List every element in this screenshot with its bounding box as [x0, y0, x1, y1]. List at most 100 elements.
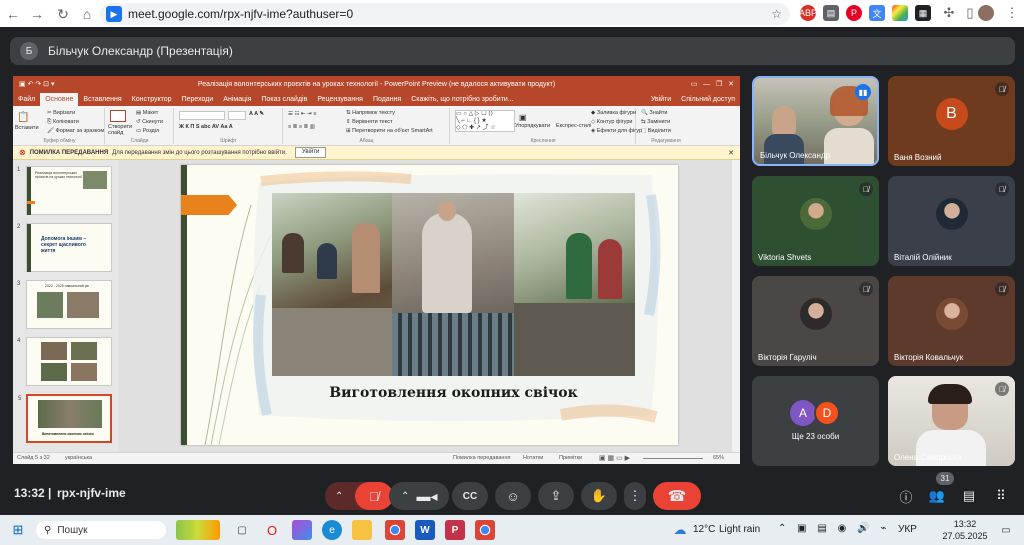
status-notes[interactable]: Нотатки	[523, 455, 543, 461]
arrange-button[interactable]: Упорядкувати	[515, 123, 550, 129]
tabs-icon[interactable]: ▤	[823, 5, 839, 21]
task-view-icon[interactable]: ▢	[232, 520, 252, 540]
powerpoint-icon[interactable]: P	[445, 520, 465, 540]
opera-icon[interactable]: O	[262, 520, 282, 540]
tile-vanya[interactable]: 🎙̸ В Ваня Возний	[888, 76, 1015, 166]
tile-vitaliy[interactable]: 🎙̸ Віталій Олійник	[888, 176, 1015, 266]
present-button[interactable]: ⇪	[538, 482, 574, 510]
layout-button[interactable]: ▤ Макет	[136, 110, 158, 116]
thumb-5-selected[interactable]: 5 Виготовлення окопних свічок	[18, 394, 112, 443]
smartart-button[interactable]: ⊞ Перетворити на об'єкт SmartArt	[346, 128, 433, 134]
zoom-slider[interactable]	[643, 458, 703, 459]
clock-date[interactable]: 27.05.2025	[940, 531, 990, 541]
file-explorer-icon[interactable]	[352, 520, 372, 540]
ppt-tab[interactable]: Показ слайдів	[256, 93, 312, 106]
quick-styles-button[interactable]: Експрес-стилі	[556, 123, 591, 129]
notifications-icon[interactable]: ▭	[996, 520, 1016, 540]
pinterest-icon[interactable]: P	[846, 5, 862, 21]
camera-button[interactable]: ▬◂	[416, 486, 437, 506]
font-grow-icons[interactable]: A A ✎	[249, 111, 264, 117]
end-call-button[interactable]: ☎	[653, 482, 701, 510]
sidebar-icon[interactable]: ▯	[962, 5, 978, 21]
ppt-share[interactable]: Спільний доступ	[676, 93, 740, 106]
find-button[interactable]: 🔍 Знайти	[641, 110, 667, 116]
reactions-button[interactable]: ☺	[495, 482, 531, 510]
align-buttons[interactable]: ≡ ≣ ≡ ≣ ▥	[288, 124, 315, 130]
tile-presenter[interactable]: ▮▮ Більчук Олександр	[752, 76, 879, 166]
shapes-gallery[interactable]: ▭ ○ △ ▷ ☐ ⟨⟩ ╲ ⌐ ∟ { } ★ ◇ ⬠ ✚ ↗ ⤴ ☆	[455, 110, 515, 132]
select-button[interactable]: ⬚ Виділити	[641, 128, 671, 134]
chrome-icon[interactable]	[385, 520, 405, 540]
reset-button[interactable]: ↺ Скинути	[136, 119, 163, 125]
address-bar[interactable]: ▶ meet.google.com/rpx-njfv-ime?authuser=…	[100, 3, 790, 25]
mic-off-button[interactable]: 🎙̸	[355, 482, 393, 510]
tell-me-search[interactable]: Скажіть, що потрібно зробити...	[406, 93, 518, 106]
back-icon[interactable]: ←	[2, 3, 24, 25]
sign-in-button[interactable]: Увійти	[294, 147, 327, 158]
format-painter-button[interactable]: 🖌 Формат за зразком	[47, 128, 104, 134]
view-buttons[interactable]: ▣ ▦ ▭ ▶	[599, 454, 630, 462]
ppt-tab[interactable]: Подання	[368, 93, 406, 106]
ppt-tab[interactable]: Вставлення	[78, 93, 126, 106]
chrome-icon[interactable]	[475, 520, 495, 540]
widgets-icon[interactable]	[176, 520, 220, 540]
menu-dots-icon[interactable]: ⋮	[1004, 5, 1020, 21]
thumb-1[interactable]: 1 Реалізація волонтерських проєктів на у…	[17, 166, 112, 215]
shape-effects-button[interactable]: ◈ Ефекти для фігур	[591, 128, 642, 134]
status-comments[interactable]: Примітки	[559, 455, 582, 461]
start-icon[interactable]: ⊞	[8, 520, 28, 540]
language-indicator[interactable]: УКР	[898, 524, 917, 535]
qr-icon[interactable]: ▦	[915, 5, 931, 21]
camera-options-icon[interactable]: ⌃	[401, 491, 409, 502]
tile-olena[interactable]: 🎙̸ Олена Саморська	[888, 376, 1015, 466]
clock-time[interactable]: 13:32	[940, 519, 990, 529]
font-name-field[interactable]	[179, 111, 225, 120]
puzzle-icon[interactable]: ✣	[941, 5, 957, 21]
raise-hand-button[interactable]: ✋	[581, 482, 617, 510]
site-settings-icon[interactable]: ▶	[106, 6, 122, 22]
tray-icons[interactable]: ⌃ ▣ ▤ ◉ 🔊 ⌁	[778, 523, 890, 534]
ppt-tab[interactable]: Основне	[40, 93, 79, 106]
ppt-tab[interactable]: Файл	[13, 93, 40, 106]
align-text-button[interactable]: ⇕ Вирівняти текст	[346, 119, 392, 125]
paste-button[interactable]: Вставити	[15, 125, 39, 131]
word-icon[interactable]: W	[415, 520, 435, 540]
copy-button[interactable]: ⎘ Копіювати	[47, 119, 79, 126]
canvas-scrollbar[interactable]	[732, 160, 740, 452]
abp-icon[interactable]: ABP	[799, 5, 817, 21]
shape-fill-button[interactable]: ◆ Заливка фігури	[591, 110, 636, 116]
ppt-tab[interactable]: Конструктор	[127, 93, 177, 106]
shape-outline-button[interactable]: ◇ Контур фігури	[591, 119, 633, 125]
thumb-3[interactable]: 3 2022 - 2025 навчальний рік	[17, 280, 112, 329]
chat-button[interactable]: ▤	[956, 482, 982, 510]
ppt-tab[interactable]: Анімація	[218, 93, 256, 106]
profile-avatar[interactable]	[978, 5, 994, 21]
section-button[interactable]: ▭ Розділ	[136, 128, 159, 134]
copilot-icon[interactable]	[292, 520, 312, 540]
font-format-buttons[interactable]: Ж К П S abc AV Aa A	[179, 124, 233, 130]
tile-viktoriya-kovalchuk[interactable]: 🎙̸ Вікторія Ковальчук	[888, 276, 1015, 366]
bookmark-star-icon[interactable]: ☆	[771, 7, 782, 21]
color-picker-icon[interactable]	[892, 5, 908, 21]
status-upload[interactable]: Помилка передавання	[453, 455, 510, 461]
cut-button[interactable]: ✂ Вирізати	[47, 110, 75, 116]
thumb-4[interactable]: 4	[17, 337, 112, 386]
ppt-sign-in[interactable]: Увійти	[646, 93, 676, 106]
warning-close-icon[interactable]: ✕	[728, 149, 734, 157]
text-direction-button[interactable]: ⇅ Напрямок тексту	[346, 110, 395, 116]
replace-button[interactable]: ⇆ Замінити	[641, 119, 670, 125]
reload-icon[interactable]: ↻	[52, 3, 74, 25]
tile-others[interactable]: A D Ще 23 особи	[752, 376, 879, 466]
info-button[interactable]: ⓘ	[893, 482, 919, 510]
taskbar-search[interactable]: ⚲ Пошук	[36, 521, 166, 539]
ppt-tab[interactable]: Переходи	[177, 93, 219, 106]
forward-icon[interactable]: →	[26, 3, 48, 25]
current-slide[interactable]: Виготовлення окопних свічок	[181, 165, 678, 445]
tile-viktoria-shvets[interactable]: 🎙̸ Viktoria Shvets	[752, 176, 879, 266]
people-button[interactable]: 👥	[924, 482, 950, 510]
home-icon[interactable]: ⌂	[76, 3, 98, 25]
captions-button[interactable]: CC	[452, 482, 488, 510]
translate-icon[interactable]: 文	[869, 5, 885, 21]
tile-viktoriya-garulich[interactable]: 🎙̸ Вікторія Гаруліч	[752, 276, 879, 366]
activities-button[interactable]: ⠿	[988, 482, 1014, 510]
